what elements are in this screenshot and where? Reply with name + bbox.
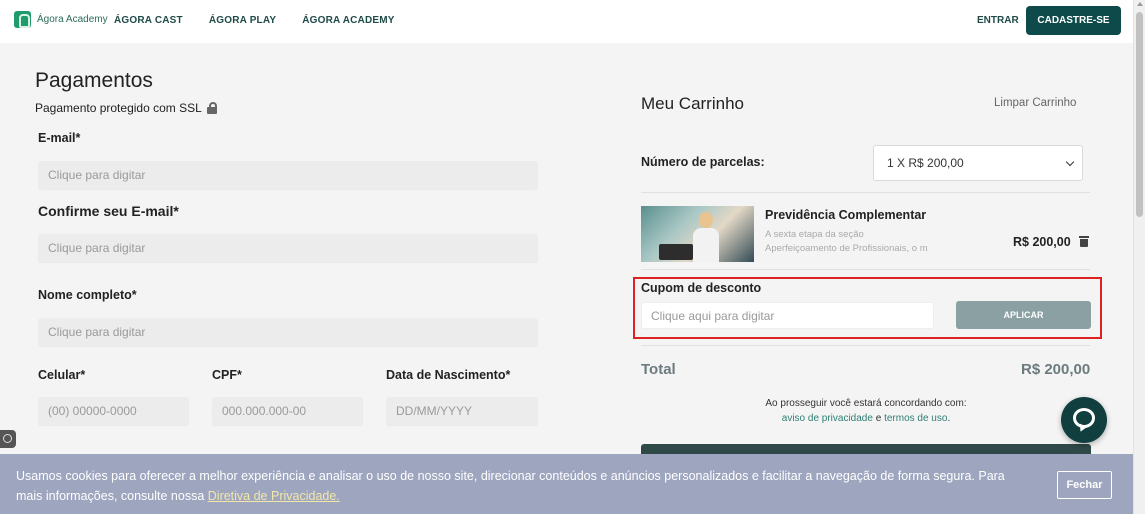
birth-date-field[interactable] <box>386 397 538 425</box>
phone-label: Celular* <box>38 368 86 382</box>
phone-field[interactable] <box>38 397 189 425</box>
scroll-up-icon[interactable] <box>1137 2 1143 6</box>
widget-icon <box>3 434 12 443</box>
close-cookie-button[interactable]: Fechar <box>1057 471 1112 499</box>
email-field[interactable] <box>38 161 538 189</box>
installments-value: 1 X R$ 200,00 <box>887 156 964 170</box>
side-widget-button[interactable] <box>0 430 16 448</box>
divider <box>641 345 1090 346</box>
page-title: Pagamentos <box>35 69 153 92</box>
ssl-note: Pagamento protegido com SSL <box>35 101 217 115</box>
coupon-label: Cupom de desconto <box>641 281 762 295</box>
product-thumbnail <box>641 206 754 262</box>
chat-bubble-icon <box>1073 408 1095 428</box>
product-price: R$ 200,00 <box>1013 235 1071 249</box>
scroll-thumb[interactable] <box>1136 12 1143 217</box>
full-name-label: Nome completo* <box>38 288 137 302</box>
cookie-message: Usamos cookies para oferecer a melhor ex… <box>16 469 1005 503</box>
terms-of-use-link[interactable]: termos de uso <box>884 413 947 424</box>
main-nav: ÁGORA CAST ÁGORA PLAY ÁGORA ACADEMY <box>114 15 395 26</box>
product-description-line1: A sexta etapa da seção <box>765 229 864 240</box>
product-title: Previdência Complementar <box>765 208 927 222</box>
brand-logo[interactable]: Ágora Academy <box>14 11 108 28</box>
birth-date-label: Data de Nascimento* <box>386 368 511 382</box>
cart-title: Meu Carrinho <box>641 94 744 113</box>
trash-icon[interactable] <box>1079 236 1089 247</box>
installments-select[interactable]: 1 X R$ 200,00 <box>873 145 1083 181</box>
privacy-policy-link[interactable]: Diretiva de Privacidade. <box>208 489 340 503</box>
nav-agora-academy[interactable]: ÁGORA ACADEMY <box>302 15 394 26</box>
apply-coupon-button[interactable]: APLICAR <box>956 301 1091 329</box>
divider <box>641 269 1090 270</box>
cpf-field[interactable] <box>212 397 363 425</box>
chat-button[interactable] <box>1061 397 1107 443</box>
chevron-down-icon <box>1065 157 1075 167</box>
signup-button[interactable]: CADASTRE-SE <box>1026 6 1121 35</box>
coupon-input[interactable] <box>641 302 934 329</box>
privacy-notice-link[interactable]: aviso de privacidade <box>782 413 873 424</box>
logo-text: Ágora Academy <box>37 14 108 25</box>
total-value: R$ 200,00 <box>1021 361 1091 378</box>
cookie-banner: Usamos cookies para oferecer a melhor ex… <box>0 454 1133 514</box>
divider <box>641 192 1090 193</box>
terms-agreement: Ao prosseguir você estará concordando co… <box>641 396 1091 426</box>
confirm-email-field[interactable] <box>38 234 538 262</box>
installments-label: Número de parcelas: <box>641 155 765 169</box>
login-link[interactable]: ENTRAR <box>977 15 1019 26</box>
agree-text: Ao prosseguir você estará concordando co… <box>765 398 967 409</box>
top-header: Ágora Academy ÁGORA CAST ÁGORA PLAY ÁGOR… <box>0 0 1133 43</box>
full-name-field[interactable] <box>38 318 538 346</box>
nav-agora-cast[interactable]: ÁGORA CAST <box>114 15 183 26</box>
vertical-scrollbar[interactable] <box>1133 0 1145 514</box>
clear-cart-link[interactable]: Limpar Carrinho <box>994 97 1076 109</box>
confirm-email-label: Confirme seu E-mail* <box>38 203 179 219</box>
lock-icon <box>206 102 217 114</box>
nav-agora-play[interactable]: ÁGORA PLAY <box>209 15 276 26</box>
email-label: E-mail* <box>38 131 81 145</box>
ssl-note-text: Pagamento protegido com SSL <box>35 101 202 115</box>
cpf-label: CPF* <box>212 368 242 382</box>
product-description-line2: Aperfeiçoamento de Profissionais, o m <box>765 243 928 254</box>
total-label: Total <box>641 361 676 378</box>
agora-logo-icon <box>14 11 31 28</box>
